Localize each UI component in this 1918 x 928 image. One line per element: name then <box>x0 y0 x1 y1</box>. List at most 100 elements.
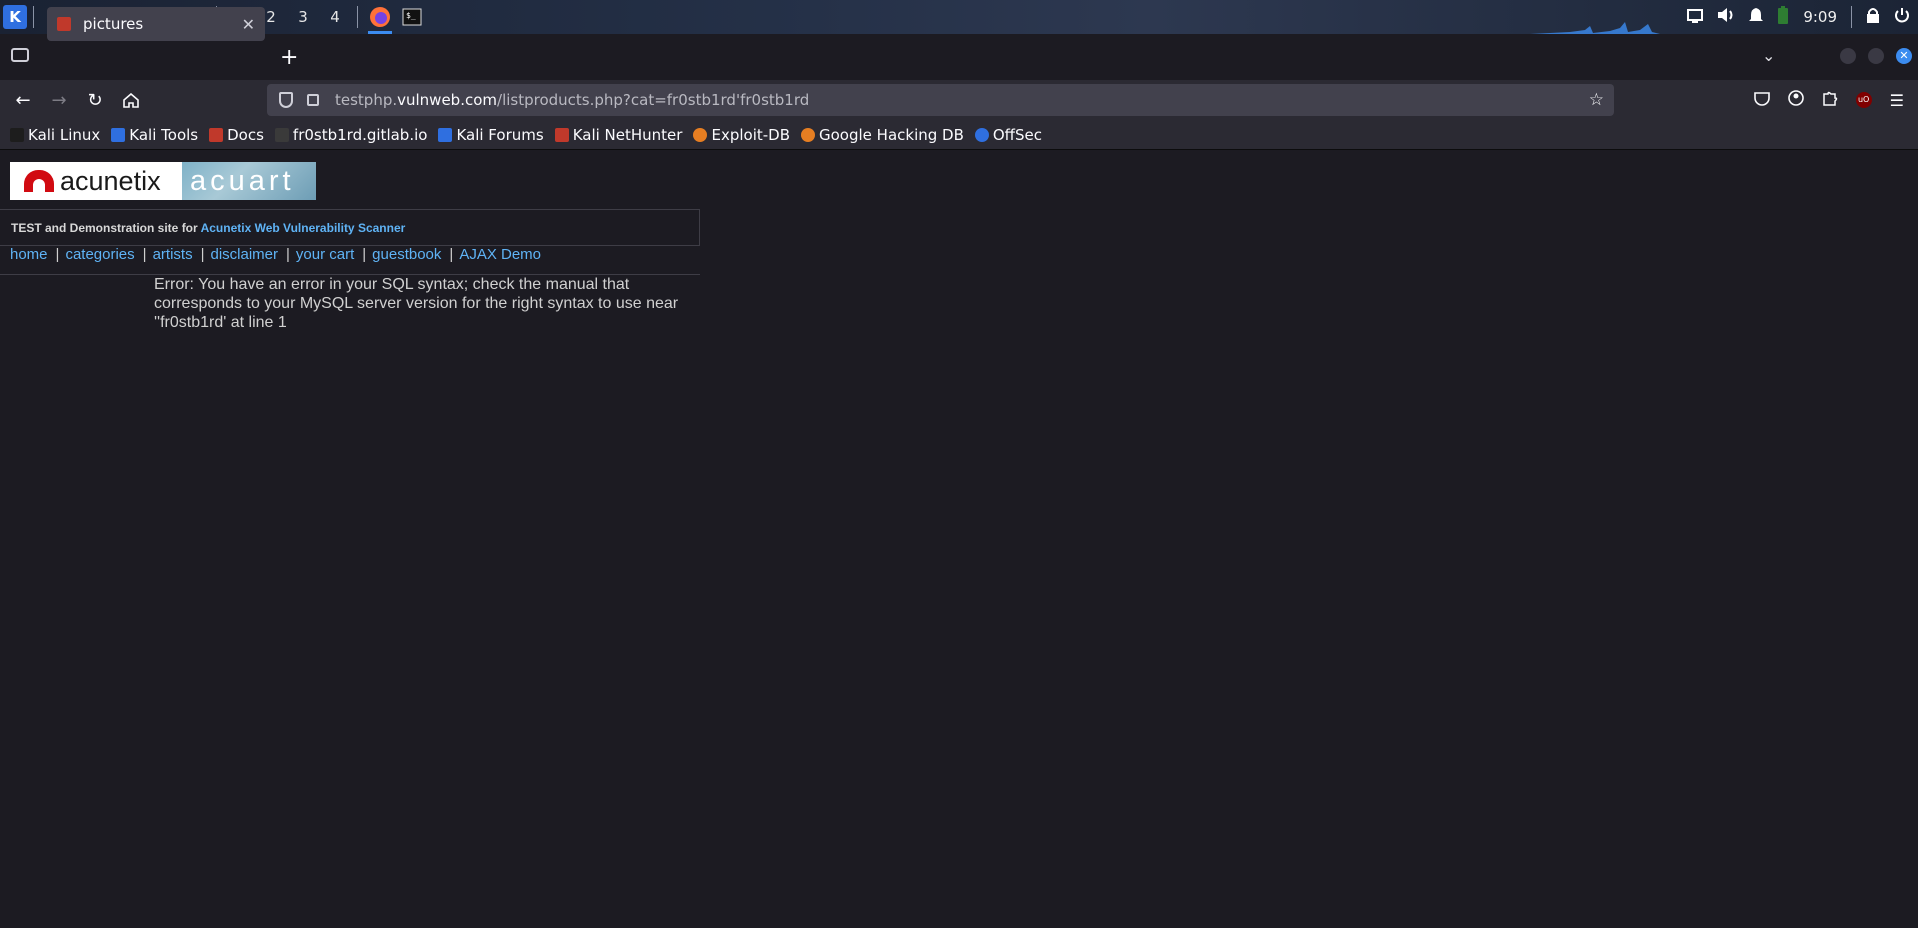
url-host: vulnweb.com <box>397 91 498 109</box>
menu-your-cart-link[interactable]: your cart <box>296 246 354 263</box>
menu-separator: | <box>449 246 454 263</box>
bookmark-kali-linux[interactable]: Kali Linux <box>10 126 100 144</box>
minimize-button[interactable] <box>1840 48 1856 64</box>
bookmark-google-hacking-db[interactable]: Google Hacking DB <box>801 126 964 144</box>
site-logo[interactable]: acunetix acuart <box>10 162 316 200</box>
ublock-origin-icon[interactable]: uO <box>1855 92 1872 108</box>
bookmark-exploit-db[interactable]: Exploit-DB <box>693 126 790 144</box>
reload-icon[interactable]: ↻ <box>78 83 112 117</box>
ghdb-icon <box>801 127 815 142</box>
menu-artists-link[interactable]: artists <box>153 246 193 263</box>
account-icon[interactable] <box>1787 90 1804 110</box>
tab-favicon-icon <box>57 17 71 31</box>
logout-icon[interactable] <box>1894 7 1910 27</box>
menu-categories-link[interactable]: categories <box>65 246 134 263</box>
acunetix-mark-icon <box>24 170 54 192</box>
hamburger-menu-icon[interactable]: ☰ <box>1890 91 1904 110</box>
panel-separator <box>1851 6 1852 28</box>
chevron-down-icon[interactable]: ⌄ <box>1762 46 1775 65</box>
page-content: acunetix acuart TEST and Demonstration s… <box>0 151 1918 928</box>
bookmark-label: fr0stb1rd.gitlab.io <box>292 125 428 144</box>
bookmark-offsec[interactable]: OffSec <box>974 125 1043 144</box>
navigation-toolbar: ← → ↻ testphp. vulnweb.com/listproducts.p… <box>0 80 1918 120</box>
acunetix-scanner-link[interactable]: Acunetix Web Vulnerability Scanner <box>201 221 406 235</box>
panel-separator <box>357 6 358 28</box>
workspace-4[interactable]: 4 <box>319 0 351 34</box>
menu-separator: | <box>55 246 60 263</box>
bookmark-fr0stb1rd[interactable]: fr0stb1rd.gitlab.io <box>274 125 428 144</box>
docs-icon <box>209 127 224 142</box>
bookmark-label: Google Hacking DB <box>819 125 964 144</box>
address-bar[interactable]: testphp. vulnweb.com/listproducts.php?cat… <box>267 84 1614 116</box>
new-tab-icon[interactable]: + <box>280 45 298 70</box>
battery-icon[interactable] <box>1777 5 1789 29</box>
banner-text: TEST and Demonstration site for <box>11 221 201 235</box>
bookmark-label: Kali NetHunter <box>572 125 683 144</box>
menu-disclaimer-link[interactable]: disclaimer <box>210 246 278 263</box>
nethunter-icon <box>554 127 569 142</box>
bookmark-label: Exploit-DB <box>711 125 790 144</box>
kali-tools-icon <box>111 127 126 142</box>
bookmark-label: Kali Tools <box>129 125 199 144</box>
desktop-panel: K $_ ⌄ 1 2 3 4 $_ 9:09 <box>0 0 1918 34</box>
panel-separator <box>33 6 34 28</box>
bookmark-label: Kali Linux <box>28 125 101 144</box>
insecure-lock-icon[interactable] <box>307 94 319 106</box>
kali-dragon-icon <box>10 127 24 142</box>
bookmarks-toolbar: Kali Linux Kali Tools Docs fr0stb1rd.git… <box>0 120 1918 150</box>
acuart-logo: acuart <box>182 162 316 200</box>
menu-separator: | <box>142 246 147 263</box>
taskbar-terminal-icon[interactable]: $_ <box>396 0 428 34</box>
forward-arrow-icon[interactable]: → <box>42 83 76 117</box>
bookmark-kali-tools[interactable]: Kali Tools <box>111 126 198 144</box>
offsec-icon <box>974 127 989 142</box>
panel-clock[interactable]: 9:09 <box>1803 8 1837 26</box>
list-all-tabs-icon[interactable] <box>11 48 29 62</box>
bookmark-docs[interactable]: Docs <box>209 126 264 144</box>
window-controls: ✕ <box>1840 48 1912 64</box>
notification-bell-icon[interactable] <box>1749 7 1764 27</box>
tab-pictures[interactable]: pictures ✕ <box>47 7 265 41</box>
display-icon[interactable] <box>1687 8 1704 27</box>
url-path: /listproducts.php?cat=fr0stb1rd'fr0stb1r… <box>497 91 810 109</box>
network-graph <box>1530 22 1660 34</box>
site-menu: home | categories | artists | disclaimer | your … <box>10 246 541 263</box>
bookmark-kali-forums[interactable]: Kali Forums <box>438 125 544 144</box>
workspace-3[interactable]: 3 <box>287 0 319 34</box>
gitlab-icon <box>274 127 289 142</box>
kali-forums-icon <box>438 127 453 142</box>
volume-icon[interactable] <box>1717 7 1735 27</box>
back-arrow-icon[interactable]: ← <box>6 83 40 117</box>
menu-home-link[interactable]: home <box>10 246 48 263</box>
close-tab-icon[interactable]: ✕ <box>242 15 255 34</box>
toolbar-extensions: uO ☰ <box>1753 80 1918 120</box>
bookmark-star-icon[interactable]: ☆ <box>1589 90 1604 110</box>
bookmark-label: Docs <box>227 125 264 144</box>
tracking-protection-shield-icon[interactable] <box>279 92 293 108</box>
menu-separator: | <box>200 246 205 263</box>
svg-text:$_: $_ <box>406 11 416 20</box>
menu-separator: | <box>286 246 290 263</box>
menu-guestbook-link[interactable]: guestbook <box>372 246 441 263</box>
tab-title: pictures <box>83 15 144 33</box>
maximize-button[interactable] <box>1868 48 1884 64</box>
system-tray: 9:09 <box>1687 0 1918 34</box>
acunetix-logo-text: acunetix <box>60 165 161 196</box>
bookmark-kali-nethunter[interactable]: Kali NetHunter <box>554 125 683 144</box>
site-banner: TEST and Demonstration site for Acunetix… <box>0 209 700 246</box>
url-prefix: testphp. <box>335 91 398 109</box>
kali-menu-icon[interactable]: K <box>3 5 27 29</box>
pocket-icon[interactable] <box>1753 91 1770 110</box>
taskbar-firefox-icon[interactable] <box>364 0 396 34</box>
lock-screen-icon[interactable] <box>1866 7 1880 27</box>
exploit-db-icon <box>693 127 708 142</box>
home-icon[interactable] <box>114 83 148 117</box>
acunetix-logo: acunetix <box>10 162 182 200</box>
bookmark-label: Kali Forums <box>456 125 544 144</box>
menu-separator: | <box>362 246 367 263</box>
close-window-button[interactable]: ✕ <box>1896 48 1912 64</box>
bookmark-label: OffSec <box>992 125 1043 144</box>
sql-error-message: Error: You have an error in your SQL syn… <box>154 276 679 331</box>
extensions-puzzle-icon[interactable] <box>1822 90 1838 110</box>
menu-ajax-demo-link[interactable]: AJAX Demo <box>459 246 541 263</box>
